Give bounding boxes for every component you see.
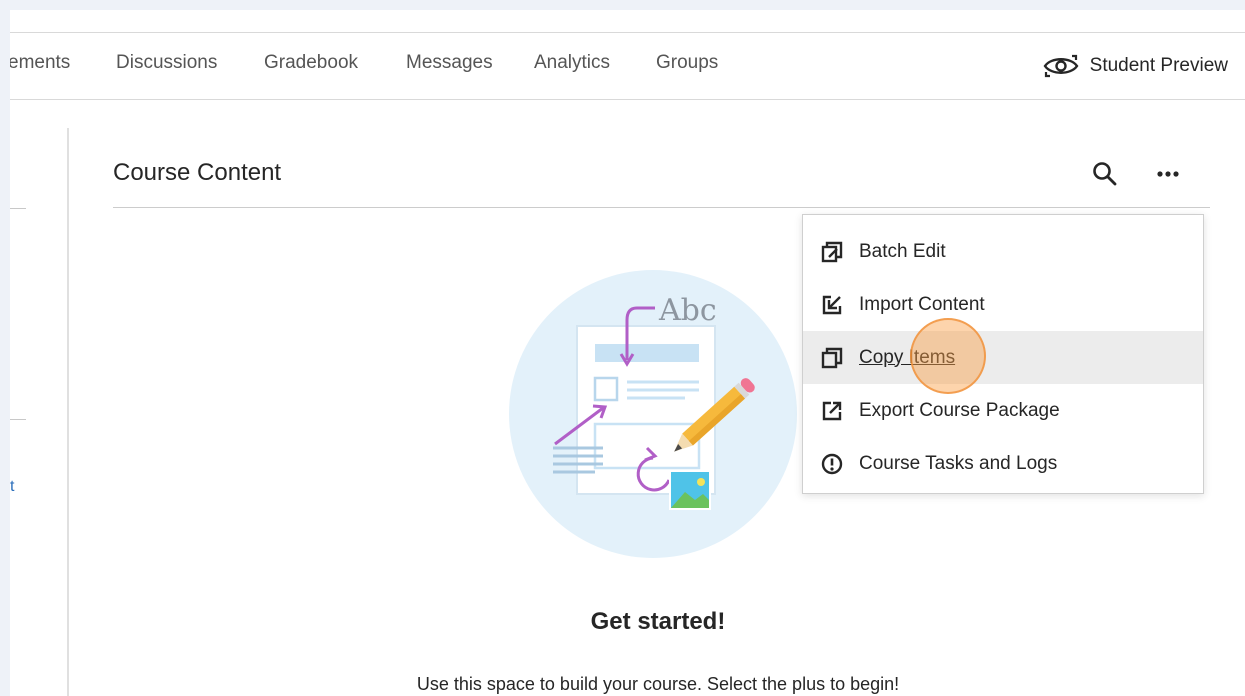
nav-tab-gradebook[interactable]: Gradebook (264, 52, 358, 74)
menu-item-label: Export Course Package (859, 399, 1060, 421)
course-content-options-menu: Batch Edit Import Content Copy Items Exp… (802, 214, 1204, 494)
copy-icon (821, 347, 843, 368)
nav-tab-announcements[interactable]: ements (10, 52, 70, 74)
page-title: Course Content (113, 159, 282, 186)
menu-item-import-content[interactable]: Import Content (803, 278, 1203, 331)
header-divider (113, 207, 1210, 208)
app-frame: ements Discussions Gradebook Messages An… (10, 10, 1245, 696)
menu-item-batch-edit[interactable]: Batch Edit (803, 225, 1203, 278)
batch-edit-icon (821, 241, 843, 262)
menu-item-label: Import Content (859, 293, 985, 315)
empty-state-heading: Get started! (590, 608, 726, 635)
empty-state-description: Use this space to build your course. Sel… (416, 674, 900, 694)
menu-item-export-course-package[interactable]: Export Course Package (803, 384, 1203, 437)
nav-tab-groups[interactable]: Groups (656, 52, 718, 74)
empty-content-illustration: Abc (509, 270, 797, 558)
menu-item-copy-items[interactable]: Copy Items (803, 331, 1203, 384)
abc-text: Abc (658, 293, 717, 328)
eye-icon (1043, 54, 1079, 78)
import-icon (822, 295, 842, 314)
search-icon (1093, 162, 1117, 186)
more-options-icon (1157, 171, 1179, 177)
menu-item-label: Copy Items (859, 346, 956, 368)
menu-item-label: Batch Edit (859, 240, 946, 262)
nav-tab-messages[interactable]: Messages (406, 52, 493, 74)
menu-item-course-tasks-and-logs[interactable]: Course Tasks and Logs (803, 437, 1203, 490)
alert-circle-icon (821, 453, 843, 474)
nav-tab-analytics[interactable]: Analytics (534, 52, 610, 74)
sidebar-divider (10, 419, 26, 420)
search-button[interactable] (1091, 160, 1119, 188)
sidebar-link-fragment[interactable]: t (10, 478, 14, 496)
sidebar-divider (10, 208, 26, 209)
course-top-nav: ements Discussions Gradebook Messages An… (10, 32, 1245, 100)
nav-tab-discussions[interactable]: Discussions (116, 52, 217, 74)
student-preview-label: Student Preview (1089, 55, 1228, 76)
more-options-button[interactable] (1150, 159, 1186, 187)
menu-item-label: Course Tasks and Logs (859, 452, 1058, 474)
student-preview-button[interactable]: Student Preview (1042, 53, 1228, 79)
export-icon (822, 401, 842, 420)
